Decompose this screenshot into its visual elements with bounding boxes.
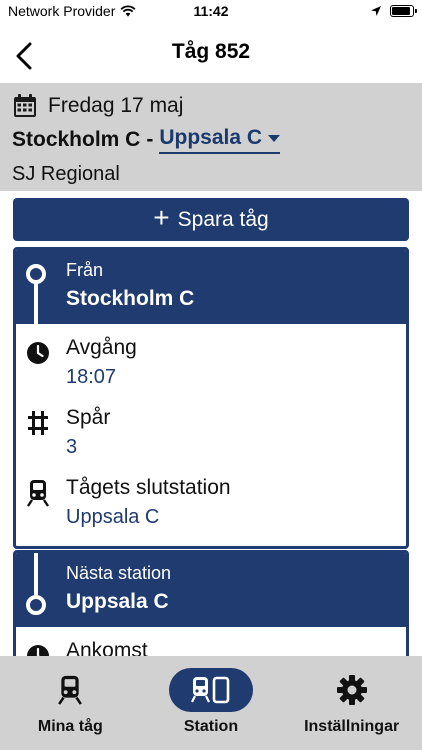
track-row: Spår 3 xyxy=(16,402,406,472)
departure-time-label: Avgång xyxy=(66,336,137,359)
tab-bar: Mina tåg Station Inställningar xyxy=(0,656,422,750)
save-train-button[interactable]: + Spara tåg xyxy=(13,198,409,241)
departure-time-row: Avgång 18:07 xyxy=(16,332,406,402)
chevron-left-icon xyxy=(16,42,32,70)
departure-station: Stockholm C xyxy=(66,287,195,310)
tab-station[interactable]: Station xyxy=(156,668,266,736)
track-value: 3 xyxy=(66,436,78,458)
gear-icon xyxy=(336,675,367,705)
tab-settings-label: Inställningar xyxy=(304,718,400,735)
battery-icon xyxy=(390,5,417,17)
wifi-icon xyxy=(120,5,136,17)
timeline-dot-icon xyxy=(26,595,46,615)
page-title: Tåg 852 xyxy=(171,40,251,63)
route-separator: - xyxy=(146,128,154,151)
track-label: Spår xyxy=(66,406,111,429)
destination-dropdown[interactable]: Uppsala C xyxy=(159,126,281,154)
departure-card-header: Från Stockholm C xyxy=(16,250,406,324)
train-icon xyxy=(25,480,51,507)
back-button[interactable] xyxy=(8,36,40,76)
timeline-line xyxy=(34,553,38,595)
clock-icon xyxy=(25,340,51,366)
next-station-card: Nästa station Uppsala C Ankomst xyxy=(13,550,409,670)
end-station-row: Tågets slutstation Uppsala C xyxy=(16,472,406,542)
route-row: Stockholm C - Uppsala C xyxy=(12,123,410,157)
track-icon xyxy=(25,410,51,436)
carrier-name: Network Provider xyxy=(8,3,116,19)
status-right xyxy=(370,5,417,17)
tab-my-trains-icon-wrap xyxy=(57,668,83,712)
departure-card: Från Stockholm C Avgång 18:07 Spår 3 Tåg… xyxy=(13,247,409,549)
tab-my-trains-label: Mina tåg xyxy=(37,718,103,735)
date-row: Fredag 17 maj xyxy=(12,91,410,121)
train-icon xyxy=(58,675,83,705)
departure-label: Från xyxy=(66,260,104,280)
next-station-name: Uppsala C xyxy=(66,590,169,613)
end-station-label: Tågets slutstation xyxy=(66,476,231,499)
next-station-header: Nästa station Uppsala C xyxy=(16,553,406,627)
departure-time-value: 18:07 xyxy=(66,366,117,388)
timeline xyxy=(26,553,46,627)
status-left: Network Provider xyxy=(8,3,136,19)
tab-my-trains[interactable]: Mina tåg xyxy=(15,668,125,736)
timeline xyxy=(26,250,46,324)
trip-date: Fredag 17 maj xyxy=(48,94,184,117)
end-station-value: Uppsala C xyxy=(66,506,160,528)
route-from: Stockholm C xyxy=(12,128,141,151)
tab-station-icon-wrap xyxy=(168,668,253,712)
next-station-label: Nästa station xyxy=(66,563,172,583)
timeline-line xyxy=(34,284,38,324)
station-icon xyxy=(191,676,230,704)
timeline-dot-icon xyxy=(26,264,46,284)
location-arrow-icon xyxy=(371,6,381,16)
tab-station-label: Station xyxy=(183,718,239,735)
operator-name: SJ Regional xyxy=(12,163,120,185)
tab-settings-icon-wrap xyxy=(336,668,368,712)
calendar-icon xyxy=(14,94,36,117)
status-bar: Network Provider 11:42 xyxy=(0,0,422,22)
trip-summary: Fredag 17 maj Stockholm C - Uppsala C SJ… xyxy=(0,83,422,191)
tab-settings[interactable]: Inställningar xyxy=(297,668,407,736)
battery-fill xyxy=(392,7,410,15)
nav-header: Tåg 852 xyxy=(0,22,422,82)
plus-icon: + xyxy=(153,202,170,233)
save-train-label: Spara tåg xyxy=(177,207,269,231)
caret-down-icon xyxy=(268,134,281,142)
route-to: Uppsala C xyxy=(159,126,263,149)
